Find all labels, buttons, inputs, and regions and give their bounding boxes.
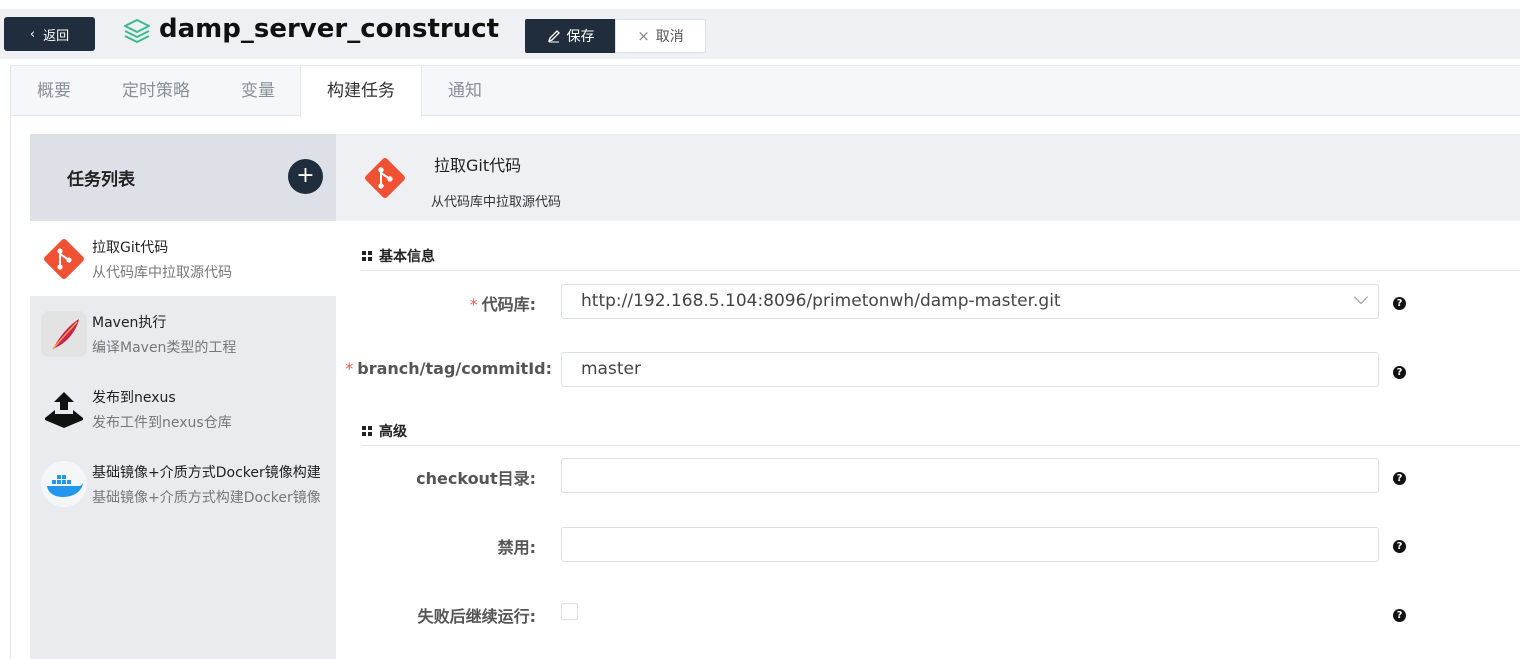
task-detail-subtitle: 从代码库中拉取源代码 [431,195,562,210]
task-list-header: 任务列表 + [30,134,336,221]
maven-feather-icon [41,311,87,357]
close-icon: × [637,27,650,45]
back-button-label: 返回 [43,28,70,44]
section-advanced: 高级 [362,421,407,441]
checkout-label-wrap: checkout目录: [336,458,536,494]
task-item-desc: 编译Maven类型的工程 [92,340,237,356]
branch-label-wrap: * branch/tag/commitId: [345,352,552,388]
help-icon[interactable]: ? [1393,472,1406,485]
task-item-nexus[interactable]: 发布到nexus 发布工件到nexus仓库 [30,371,336,446]
chevron-left-icon: ‹ [29,26,36,42]
save-button[interactable]: 保存 [525,19,616,53]
chevron-down-icon [1353,289,1369,305]
task-detail-header: 拉取Git代码 从代码库中拉取源代码 [336,134,1520,221]
continue-on-failure-checkbox[interactable] [561,603,578,620]
task-item-name: 基础镜像+介质方式Docker镜像构建 [92,465,321,481]
required-mark: * [469,295,478,314]
top-bar: ‹ 返回 damp_server_construct 保存 × 取消 [0,0,1520,64]
task-item-desc: 基础镜像+介质方式构建Docker镜像 [92,490,321,506]
task-item-name: 发布到nexus [92,390,176,406]
task-detail-title: 拉取Git代码 [434,156,522,175]
help-icon[interactable]: ? [1393,366,1406,379]
task-list-title: 任务列表 [67,170,135,190]
docker-icon [41,461,87,507]
tab-variables[interactable]: 变量 [215,66,301,116]
add-task-button[interactable]: + [288,159,323,194]
section-basic-info: 基本信息 [362,246,435,266]
upload-icon [45,392,83,428]
section-divider [361,270,1520,271]
git-icon [365,158,405,198]
back-button[interactable]: ‹ 返回 [4,17,95,51]
section-advanced-label: 高级 [379,424,407,440]
tab-schedule[interactable]: 定时策略 [97,66,215,116]
checkout-label: checkout目录: [416,469,536,488]
continue-label-wrap: 失败后继续运行: [336,596,536,632]
task-item-git[interactable]: 拉取Git代码 从代码库中拉取源代码 [30,221,336,296]
tab-overview[interactable]: 概要 [11,66,97,116]
task-item-desc: 发布工件到nexus仓库 [92,415,232,431]
branch-label-text: branch/tag/commitId: [357,359,552,378]
section-divider [361,445,1520,446]
git-icon [44,239,84,279]
repo-label-wrap: * 代码库: [336,284,536,320]
task-item-maven[interactable]: Maven执行 编译Maven类型的工程 [30,296,336,371]
tab-bar: 概要 定时策略 变量 构建任务 通知 [11,66,1520,117]
grid-icon [362,425,373,437]
repo-select[interactable]: http://192.168.5.104:8096/primetonwh/dam… [561,284,1379,319]
cancel-button-label: 取消 [655,29,684,45]
layers-icon [124,19,150,43]
task-item-name: Maven执行 [92,315,167,331]
required-mark: * [345,359,354,378]
task-item-docker[interactable]: 基础镜像+介质方式Docker镜像构建 基础镜像+介质方式构建Docker镜像 [30,446,336,521]
branch-input[interactable]: master [561,352,1379,387]
task-list-sidebar: 任务列表 + 拉取Git代码 从代码库中拉取源代码 Maven执行 编译Mave… [30,134,336,659]
disable-label: 禁用: [497,538,536,557]
disable-label-wrap: 禁用: [336,527,536,563]
repo-label: * 代码库: [470,291,536,315]
tab-notifications[interactable]: 通知 [422,66,508,116]
tab-build-tasks[interactable]: 构建任务 [300,66,422,117]
branch-label: * branch/tag/commitId: [345,359,552,378]
continue-on-failure-label: 失败后继续运行: [417,607,536,626]
pencil-icon [547,30,560,43]
cancel-button[interactable]: × 取消 [615,19,706,53]
section-basic-info-label: 基本信息 [379,249,435,265]
disable-input[interactable] [561,527,1379,562]
grid-icon [362,250,373,262]
save-button-label: 保存 [566,29,595,45]
help-icon[interactable]: ? [1393,540,1406,553]
repo-label-text: 代码库: [481,295,536,314]
help-icon[interactable]: ? [1393,609,1406,622]
checkout-dir-input[interactable] [561,458,1379,493]
repo-select-value: http://192.168.5.104:8096/primetonwh/dam… [581,291,1061,311]
task-item-desc: 从代码库中拉取源代码 [92,265,232,281]
page-title: damp_server_construct [159,14,500,44]
help-icon[interactable]: ? [1393,297,1406,310]
task-item-name: 拉取Git代码 [92,240,169,256]
